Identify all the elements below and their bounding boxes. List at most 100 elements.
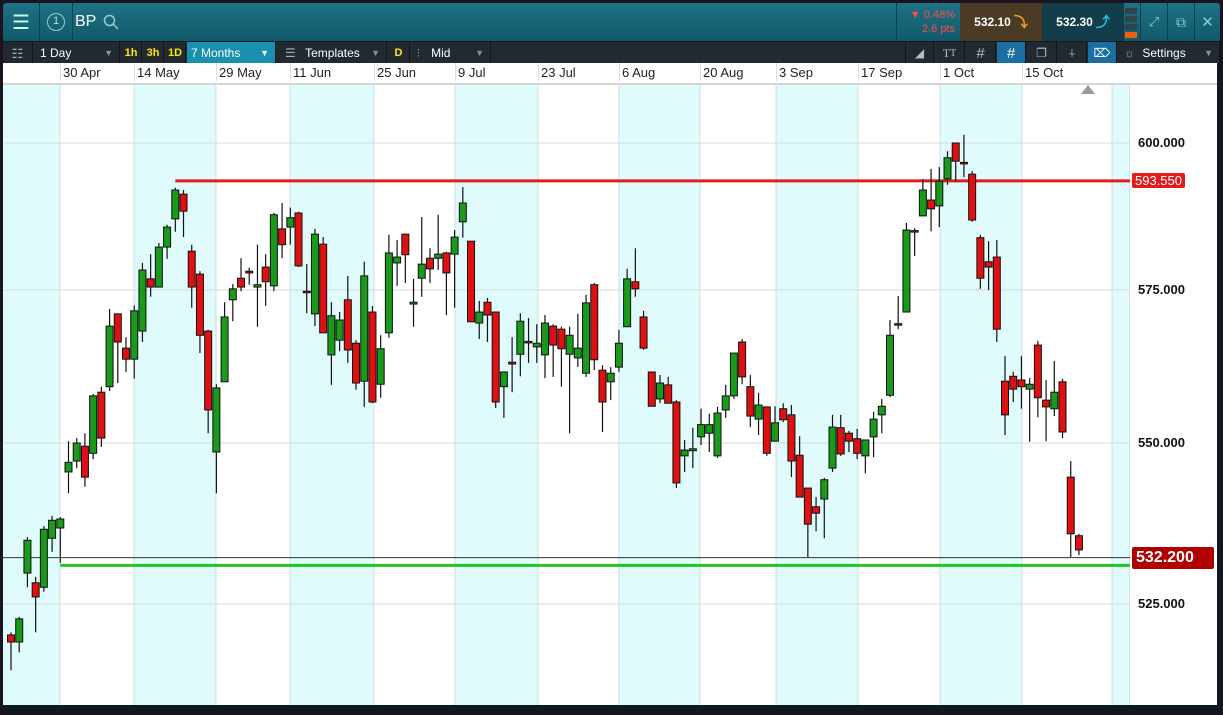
candle-down [787,414,796,462]
candle-up [434,253,443,259]
search-icon[interactable] [101,12,121,32]
candle-up [376,348,385,385]
candle-up [138,269,147,332]
settings-dropdown[interactable]: ☼ Settings ▼ [1118,42,1220,65]
grid-icon[interactable]: # [966,42,996,65]
candle-up [409,301,418,305]
candle-down [812,506,821,514]
candle-down [80,445,89,478]
layers-icon[interactable]: ❐ [1027,42,1057,65]
range-dropdown[interactable]: 7 Months ▼ [187,42,276,65]
candle-down [1042,399,1051,408]
price-type-dropdown[interactable]: ⫶ Mid ▼ [411,42,491,65]
period-band [1112,85,1130,705]
interval-value: 1 Day [40,46,72,60]
candle-up [697,424,706,438]
candle-up [72,442,81,462]
text-size-icon[interactable]: TT [935,42,965,65]
candle-up [565,334,574,355]
candle-up [623,278,632,328]
candle-down [7,634,15,643]
expand-icon[interactable]: ⤢ [1141,3,1167,41]
candle-down [1033,344,1042,399]
candle-up [861,439,870,457]
candle-down [1066,476,1075,535]
price-tag-icon[interactable]: ⌦ [1088,42,1117,65]
date-label: 30 Apr [60,63,101,81]
date-label: 23 Jul [538,63,576,81]
candle-down [524,340,533,344]
candle-up [688,448,697,452]
menu-icon[interactable]: ☰ [3,3,39,41]
buy-button[interactable]: 532.30 ⤴ [1042,3,1124,41]
price-chart[interactable] [3,85,1217,705]
date-label: 14 May [134,63,180,81]
quick-interval-1d[interactable]: 1D [165,42,186,65]
candle-up [154,246,163,288]
candle-down [195,273,204,336]
candle-down [894,323,903,326]
list-icon[interactable]: ☷ [3,42,33,65]
candle-down [992,256,1001,330]
date-label: 20 Aug [700,63,744,81]
quick-interval-1h[interactable]: 1h [121,42,142,65]
price-tick-label: 575.000 [1138,282,1185,297]
d-button[interactable]: D [388,42,410,65]
candle-up [228,288,237,301]
candles-icon: ⫶ [417,48,420,60]
candle-up [614,342,623,368]
candle-up [105,325,114,388]
candle-down [368,311,377,403]
candle-up [680,449,689,457]
candle-down [910,230,919,233]
date-label: 11 Jun [290,63,331,81]
templates-dropdown[interactable]: ☰ Templates ▼ [279,42,387,65]
sell-button[interactable]: 532.10 ⤵ [960,3,1042,41]
sell-price: 532.10 [974,15,1011,29]
candlestick-plot[interactable] [3,85,1133,705]
indicator-icon[interactable]: ⍭ [1058,42,1087,65]
candle-up [171,189,180,220]
candle-down [508,361,517,365]
crosshair-grid-icon[interactable]: # [997,42,1026,65]
candle-up [384,252,393,334]
candle-up [877,405,886,416]
candle-up [943,157,952,180]
candle-down [425,257,434,270]
candle-down [664,384,673,404]
chart-toolbar: ☷ 1 Day ▼ 1h 3h 1D 7 Months ▼ ☰ Templates ▼… [3,42,1220,65]
candle-up [417,263,426,279]
candle-up [729,352,738,397]
date-label: 9 Jul [455,63,485,81]
drawing-tool-icon[interactable]: ◢ [905,42,934,65]
price-change: ▼ 0.48% 2.6 pts [896,3,959,41]
candle-up [327,315,336,356]
candle-up [655,382,664,400]
resistance-price-tag: 593.550 [1132,172,1185,188]
candle-up [220,316,229,383]
candle-up [475,311,484,324]
candle-down [179,193,188,212]
templates-label: Templates [305,46,360,60]
candle-down [261,266,270,283]
scroll-to-latest-icon[interactable] [1081,85,1095,94]
candle-up [393,256,402,264]
candle-down [959,161,968,165]
candle-up [458,202,467,223]
close-icon[interactable]: ✕ [1195,3,1220,41]
date-label: 25 Jun [374,63,416,81]
candle-up [582,302,591,374]
alert-count-button[interactable]: 1 [40,3,72,41]
quick-interval-3h[interactable]: 3h [143,42,164,65]
price-axis[interactable]: 600.000 575.000 550.000 525.000 593.550 532.2… [1130,85,1214,705]
candle-down [1058,381,1067,433]
candle-down [853,438,862,454]
candle-down [672,401,681,484]
interval-dropdown[interactable]: 1 Day ▼ [34,42,120,65]
candle-up [902,229,911,313]
candle-up [360,275,369,382]
symbol-name[interactable]: BP [75,13,96,31]
popout-icon[interactable]: ⧉ [1168,3,1194,41]
price-type-value: Mid [431,46,451,60]
candle-up [721,395,730,411]
